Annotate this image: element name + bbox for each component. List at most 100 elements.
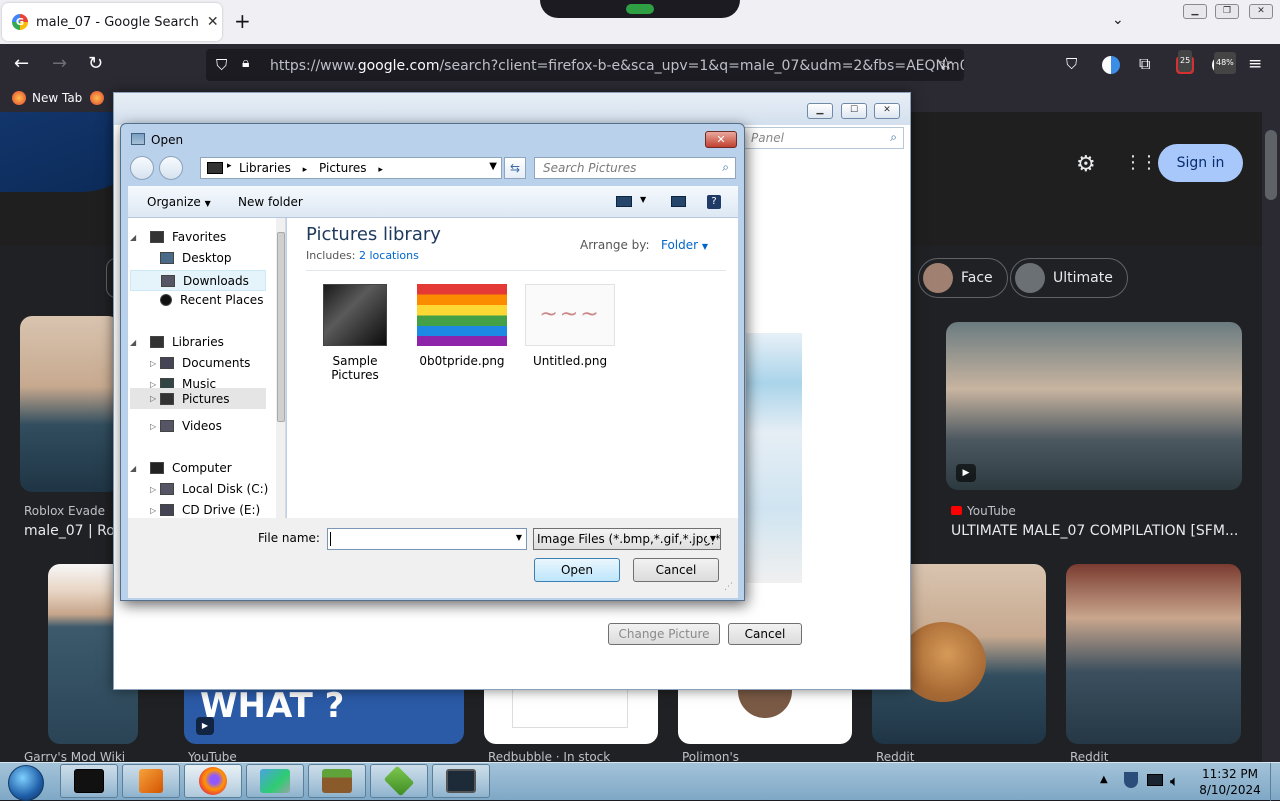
start-button[interactable] bbox=[8, 765, 44, 801]
expand-arrow-icon[interactable]: ▷ bbox=[150, 506, 156, 515]
zoom-extension-icon[interactable]: 48% bbox=[1212, 52, 1236, 74]
search-pictures-input[interactable]: Search Pictures ⌕ bbox=[534, 157, 736, 179]
taskbar-monitor-app[interactable] bbox=[432, 764, 490, 798]
show-desktop-button[interactable] bbox=[1270, 763, 1280, 801]
minimize-window-button[interactable]: ▁ bbox=[1183, 4, 1207, 19]
result-title[interactable]: ULTIMATE MALE_07 COMPILATION [SFM... bbox=[951, 523, 1238, 539]
open-button[interactable]: Open bbox=[534, 558, 620, 582]
tracking-shield-icon[interactable]: ⛉ bbox=[216, 56, 227, 74]
nav-videos[interactable]: ▷ Videos bbox=[150, 419, 222, 433]
extensions-puzzle-icon[interactable]: ⧉ bbox=[1139, 53, 1150, 75]
taskbar-minecraft[interactable] bbox=[308, 764, 366, 798]
close-dialog-button[interactable]: ✕ bbox=[705, 131, 737, 148]
refresh-icon[interactable]: ⇆ bbox=[504, 157, 526, 179]
expand-arrow-icon[interactable]: ▷ bbox=[150, 422, 156, 431]
taskbar-control-panel[interactable] bbox=[246, 764, 304, 798]
taskbar-clock[interactable]: 11:32 PM 8/10/2024 bbox=[1196, 766, 1264, 798]
result-source[interactable]: YouTube bbox=[951, 504, 1016, 518]
nav-pictures[interactable]: ▷ Pictures bbox=[130, 388, 266, 409]
forward-button[interactable] bbox=[159, 156, 183, 180]
pocket-icon[interactable]: ⛉ bbox=[1066, 53, 1077, 75]
result-image[interactable]: ▶ bbox=[946, 322, 1242, 490]
breadcrumb-pictures[interactable]: Pictures bbox=[319, 161, 367, 175]
cancel-button[interactable]: Cancel bbox=[633, 558, 719, 582]
locations-link[interactable]: 2 locations bbox=[359, 249, 419, 262]
result-image[interactable] bbox=[1066, 564, 1241, 744]
organize-menu[interactable]: Organize ▼ bbox=[147, 195, 211, 209]
collapse-arrow-icon[interactable]: ◢ bbox=[130, 338, 136, 347]
show-hidden-icons-icon[interactable]: ▲ bbox=[1100, 774, 1108, 785]
file-item[interactable]: ~~~ Untitled.png bbox=[522, 284, 618, 368]
scrollbar-thumb[interactable] bbox=[1265, 130, 1277, 200]
scrollbar-thumb[interactable] bbox=[277, 232, 285, 422]
nav-downloads[interactable]: Downloads bbox=[130, 270, 266, 291]
nav-documents[interactable]: ▷ Documents bbox=[150, 356, 250, 370]
settings-gear-icon[interactable]: ⚙ bbox=[1076, 152, 1096, 177]
back-button[interactable] bbox=[130, 156, 154, 180]
taskbar-firefox[interactable] bbox=[184, 764, 242, 798]
arrange-by-dropdown[interactable]: Folder bbox=[661, 238, 698, 252]
change-picture-button[interactable]: Change Picture bbox=[608, 623, 720, 645]
nav-favorites[interactable]: ◢ Favorites bbox=[130, 230, 226, 244]
file-item[interactable]: 0b0tpride.png bbox=[414, 284, 510, 368]
adblock-extension-icon[interactable]: 25 bbox=[1176, 50, 1194, 74]
dropdown-arrow-icon[interactable]: ▼ bbox=[702, 242, 708, 251]
volume-icon[interactable]: 🔈︎ bbox=[1170, 772, 1179, 790]
expand-arrow-icon[interactable]: ▷ bbox=[150, 394, 156, 403]
close-button[interactable]: ✕ bbox=[874, 103, 900, 119]
taskbar-green-cube[interactable] bbox=[370, 764, 428, 798]
chip-ultimate[interactable]: Ultimate bbox=[1010, 258, 1128, 298]
network-icon[interactable] bbox=[1147, 774, 1163, 786]
list-tabs-chevron-icon[interactable]: ⌄ bbox=[1112, 12, 1124, 28]
help-icon[interactable]: ? bbox=[707, 195, 721, 209]
maximize-button[interactable]: ☐ bbox=[841, 103, 867, 119]
dark-reader-icon[interactable] bbox=[1102, 56, 1120, 74]
collapse-arrow-icon[interactable]: ◢ bbox=[130, 464, 136, 473]
breadcrumb-libraries[interactable]: Libraries bbox=[239, 161, 291, 175]
control-panel-search[interactable]: Panel ⌕ bbox=[744, 127, 904, 149]
forward-arrow-icon[interactable]: → bbox=[52, 53, 67, 75]
nav-desktop[interactable]: Desktop bbox=[160, 251, 232, 265]
file-item[interactable]: Sample Pictures bbox=[307, 284, 403, 382]
address-dropdown-icon[interactable]: ▼ bbox=[489, 161, 497, 172]
menu-hamburger-icon[interactable]: ≡ bbox=[1248, 53, 1262, 75]
tab-google-search[interactable]: G male_07 - Google Search ✕ bbox=[2, 3, 222, 41]
sign-in-button[interactable]: Sign in bbox=[1158, 144, 1243, 182]
back-arrow-icon[interactable]: ← bbox=[14, 53, 29, 75]
result-image[interactable] bbox=[20, 316, 120, 492]
file-name-dropdown-icon[interactable]: ▼ bbox=[516, 533, 522, 542]
new-tab-button[interactable]: + bbox=[234, 11, 251, 31]
bookmark-new-tab[interactable]: New Tab bbox=[12, 91, 82, 105]
result-source[interactable]: Roblox Evade bbox=[24, 504, 105, 518]
file-type-select[interactable]: Image Files (*.bmp,*.gif,*.jpg,*. ▼ bbox=[533, 528, 721, 550]
taskbar-media-player[interactable] bbox=[122, 764, 180, 798]
new-folder-button[interactable]: New folder bbox=[238, 195, 303, 209]
taskbar-app-cube[interactable] bbox=[60, 764, 118, 798]
close-window-button[interactable]: ✕ bbox=[1249, 4, 1273, 19]
security-shield-icon[interactable] bbox=[1124, 772, 1138, 788]
page-scrollbar[interactable] bbox=[1262, 112, 1280, 762]
url-bar[interactable]: ⛉ 🔒︎ https://www.google.com/search?clien… bbox=[206, 49, 964, 81]
lock-icon[interactable]: 🔒︎ bbox=[242, 55, 249, 71]
file-name-input[interactable]: ▼ bbox=[327, 528, 527, 550]
nav-local-disk[interactable]: ▷ Local Disk (C:) bbox=[150, 482, 268, 496]
nav-cd-drive[interactable]: ▷ CD Drive (E:) bbox=[150, 503, 260, 517]
minimize-button[interactable]: ▁ bbox=[807, 103, 833, 119]
nav-libraries[interactable]: ◢ Libraries bbox=[130, 335, 224, 349]
reload-icon[interactable]: ↻ bbox=[88, 53, 103, 75]
cancel-button[interactable]: Cancel bbox=[728, 623, 802, 645]
address-bar[interactable]: ▸ Libraries ▸ Pictures ▸ ▼ bbox=[200, 157, 502, 179]
bookmark-star-icon[interactable]: ☆ bbox=[938, 53, 953, 75]
nav-recent-places[interactable]: Recent Places bbox=[160, 293, 263, 307]
navpane-scrollbar[interactable] bbox=[276, 218, 285, 518]
expand-arrow-icon[interactable]: ▷ bbox=[150, 359, 156, 368]
preview-pane-icon[interactable] bbox=[671, 196, 686, 207]
collapse-arrow-icon[interactable]: ◢ bbox=[130, 233, 136, 242]
chip-face[interactable]: Face bbox=[918, 258, 1008, 298]
change-view-icon[interactable] bbox=[616, 196, 632, 207]
expand-arrow-icon[interactable]: ▷ bbox=[150, 485, 156, 494]
nav-computer[interactable]: ◢ Computer bbox=[130, 461, 232, 475]
result-title[interactable]: male_07 | Rob bbox=[24, 523, 124, 539]
firefox-icon[interactable] bbox=[90, 91, 104, 105]
resize-grip-icon[interactable]: ⋰ bbox=[724, 582, 733, 592]
